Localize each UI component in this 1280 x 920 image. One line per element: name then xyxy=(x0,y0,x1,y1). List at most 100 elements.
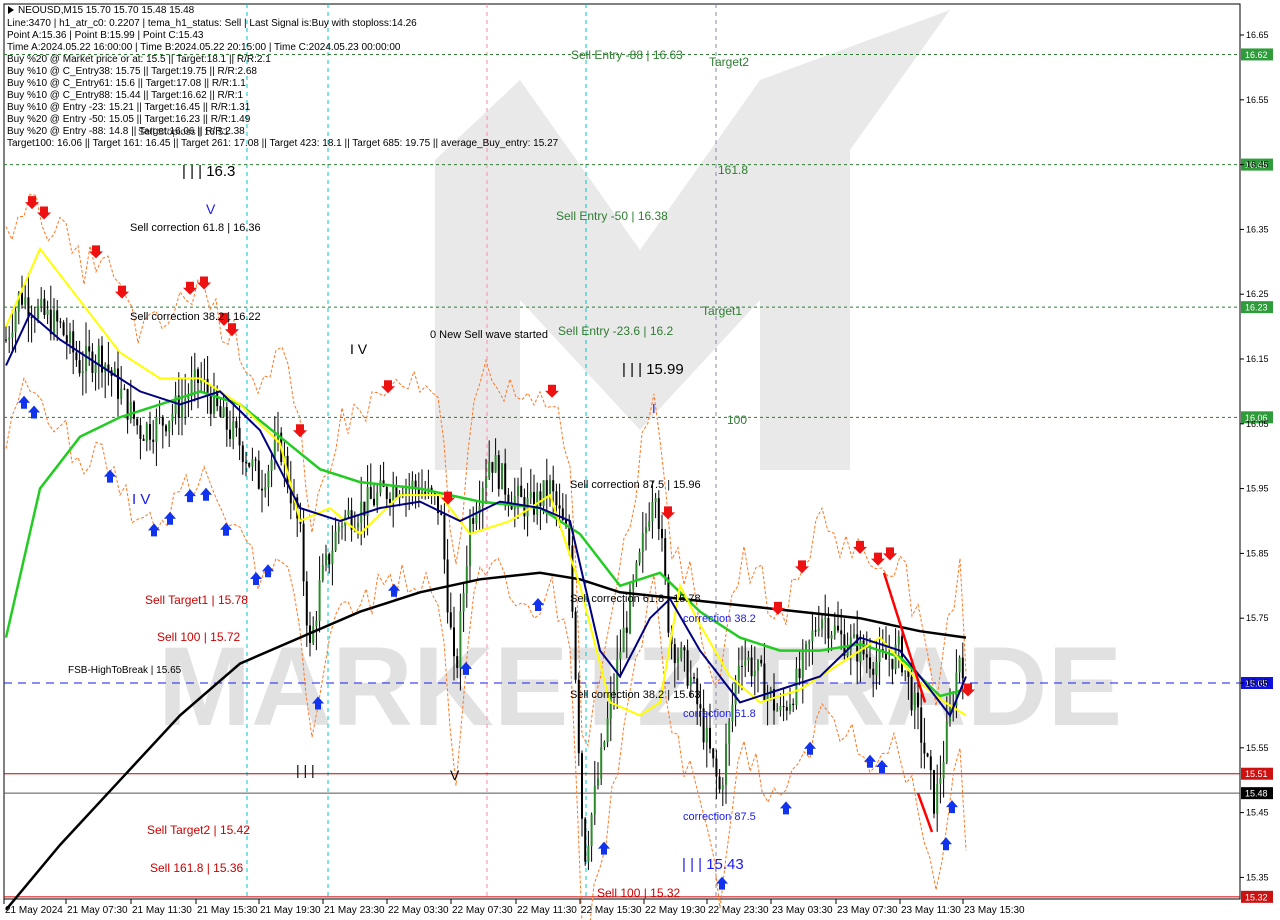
candle-body xyxy=(497,455,500,489)
candle-body xyxy=(325,553,327,565)
candle-body xyxy=(961,657,964,679)
candle-body xyxy=(833,625,836,635)
candle-body xyxy=(869,657,871,669)
candle-body xyxy=(657,498,660,529)
time-tick-label: 23 May 15:30 xyxy=(964,905,1025,916)
candle-body xyxy=(305,581,308,626)
info-line: Point A:15.36 | Point B:15.99 | Point C:… xyxy=(7,30,204,41)
candle-body xyxy=(574,611,577,680)
candle-body xyxy=(513,496,516,510)
chart-annotation: Sell Entry -23.6 | 16.2 xyxy=(558,324,674,338)
candle-body xyxy=(741,665,743,667)
price-tick-label: 16.65 xyxy=(1246,30,1269,40)
candle-body xyxy=(635,562,638,582)
candle-body xyxy=(453,627,455,657)
time-tick-label: 23 May 03:30 xyxy=(772,905,833,916)
candle-body xyxy=(501,463,503,489)
candle-body xyxy=(865,654,868,658)
level-price-label: 15.32 xyxy=(1245,892,1268,902)
candle-body xyxy=(78,360,81,374)
candle-body xyxy=(488,462,491,478)
candle-body xyxy=(59,321,62,323)
candle-body xyxy=(801,651,804,679)
candle-body xyxy=(872,668,875,675)
candle-body xyxy=(712,748,715,759)
candle-body xyxy=(821,619,823,629)
candle-body xyxy=(235,421,238,428)
time-tick-label: 21 May 2024 xyxy=(5,905,63,916)
time-tick-label: 22 May 23:30 xyxy=(708,905,769,916)
chart-annotation: 161.8 xyxy=(718,163,748,177)
info-line: Buy %20 @ Market price or at: 15.5 || Ta… xyxy=(7,54,271,65)
candle-body xyxy=(593,785,596,815)
candle-body xyxy=(517,485,519,497)
candle-body xyxy=(677,657,679,663)
candle-body xyxy=(385,486,388,499)
chart-annotation: correction 61.8 xyxy=(683,708,756,720)
candle-body xyxy=(331,550,334,565)
candle-body xyxy=(584,818,587,862)
candle-body xyxy=(449,612,452,628)
candle-body xyxy=(85,346,87,372)
time-tick-label: 21 May 15:30 xyxy=(197,905,258,916)
chart-annotation: | | | 15.43 xyxy=(682,856,744,873)
candle-body xyxy=(520,485,523,497)
price-tick-label: 16.55 xyxy=(1246,95,1269,105)
chart-annotation: | | | xyxy=(296,762,315,778)
time-tick-label: 21 May 07:30 xyxy=(67,905,128,916)
candle-body xyxy=(913,692,916,711)
candle-body xyxy=(558,505,561,509)
candle-body xyxy=(251,459,254,467)
price-tick-label: 15.75 xyxy=(1246,613,1269,623)
candle-body xyxy=(827,618,830,639)
chart-annotation: | | | 16.3 xyxy=(182,163,235,180)
price-tick-label: 15.55 xyxy=(1246,743,1269,753)
candle-body xyxy=(11,332,14,338)
candle-body xyxy=(81,371,84,374)
candle-body xyxy=(369,487,372,499)
candle-body xyxy=(923,742,926,754)
candle-body xyxy=(606,718,609,743)
candle-body xyxy=(603,742,606,747)
candle-body xyxy=(750,657,753,677)
candle-body xyxy=(533,492,535,515)
price-tick-label: 15.45 xyxy=(1246,808,1269,818)
candle-body xyxy=(165,425,167,432)
candle-body xyxy=(123,388,126,390)
candle-body xyxy=(62,322,65,336)
symbol-line: NEOUSD,M15 15.70 15.70 15.48 15.48 xyxy=(18,5,195,16)
candle-body xyxy=(648,521,651,528)
overlap-text: Sell Stoploss | 16.51 xyxy=(138,127,229,138)
candle-body xyxy=(462,592,465,612)
chart-annotation: Target1 xyxy=(702,304,742,318)
candle-body xyxy=(734,679,737,705)
candle-body xyxy=(171,413,174,422)
price-tick-label: 15.35 xyxy=(1246,872,1269,882)
candle-body xyxy=(590,814,593,847)
candle-body xyxy=(654,498,657,503)
candle-body xyxy=(248,463,251,467)
candle-body xyxy=(709,727,711,749)
time-tick-label: 22 May 11:30 xyxy=(517,905,577,916)
candle-body xyxy=(232,421,235,439)
candle-body xyxy=(75,352,78,361)
candle-body xyxy=(328,553,331,565)
candle-body xyxy=(705,727,708,743)
candle-body xyxy=(257,460,260,489)
level-price-label: 16.23 xyxy=(1245,303,1268,313)
candle-body xyxy=(545,480,548,498)
candle-body xyxy=(897,636,900,645)
candle-body xyxy=(321,564,324,581)
price-chart[interactable]: MARKETZITRADE 16.6216.4516.2316.0615.651… xyxy=(0,0,1280,920)
candle-body xyxy=(933,770,935,814)
candle-body xyxy=(465,566,468,593)
candle-body xyxy=(529,492,532,499)
candle-body xyxy=(225,407,228,430)
candle-body xyxy=(728,721,731,744)
candle-body xyxy=(926,753,929,757)
candle-body xyxy=(139,425,142,439)
candle-body xyxy=(209,395,212,414)
candle-body xyxy=(347,510,350,516)
candle-body xyxy=(312,626,315,643)
candle-body xyxy=(149,424,151,440)
